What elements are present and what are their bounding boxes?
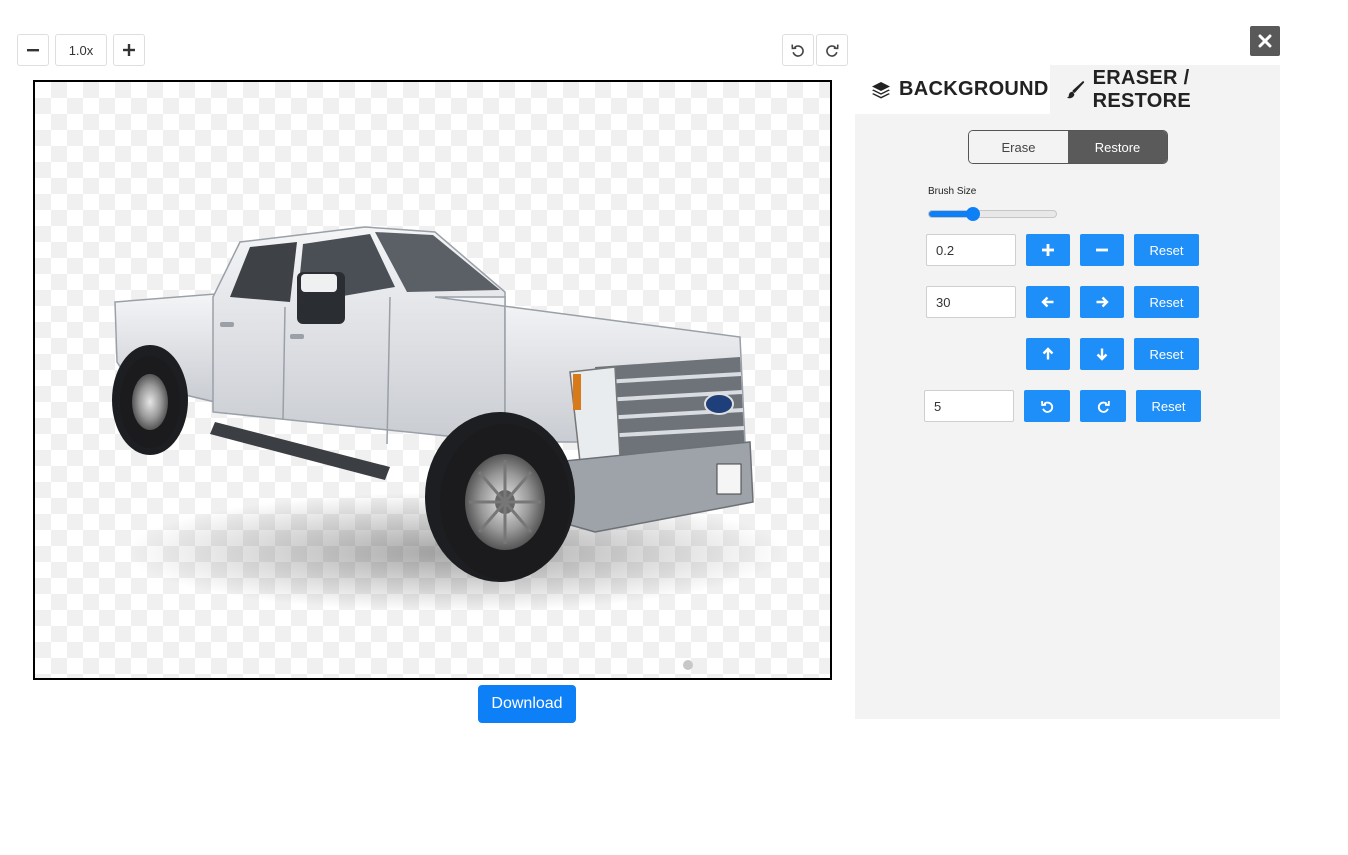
redo-button[interactable] [816, 34, 848, 66]
arrow-down-icon [1096, 348, 1108, 361]
layers-icon [872, 81, 890, 98]
move-left-button[interactable] [1026, 286, 1070, 318]
arrow-right-icon [1096, 296, 1109, 308]
minus-icon [1096, 248, 1108, 252]
brush-size-slider[interactable] [928, 207, 1057, 221]
move-up-button[interactable] [1026, 338, 1070, 370]
plus-icon [1042, 244, 1054, 256]
rotate-right-button[interactable] [1080, 390, 1126, 422]
truck-image [112, 226, 785, 612]
move-down-button[interactable] [1080, 338, 1124, 370]
rotate-left-icon [1040, 400, 1053, 413]
horizontal-input[interactable] [926, 286, 1016, 318]
restore-option[interactable]: Restore [1068, 131, 1167, 163]
rotate-reset-button[interactable]: Reset [1136, 390, 1201, 422]
move-right-button[interactable] [1080, 286, 1124, 318]
editor-canvas[interactable] [33, 80, 832, 680]
redo-icon [826, 44, 839, 57]
tab-eraser-restore[interactable]: ERASER / RESTORE [1050, 65, 1280, 114]
undo-button[interactable] [782, 34, 814, 66]
zoom-level: 1.0x [55, 34, 107, 66]
arrow-up-icon [1042, 347, 1054, 360]
download-button[interactable]: Download [478, 685, 576, 723]
rotate-input[interactable] [924, 390, 1014, 422]
tab-background-label: BACKGROUND [899, 78, 1049, 100]
rotate-right-icon [1097, 400, 1110, 413]
close-button[interactable] [1250, 26, 1280, 56]
rotate-left-button[interactable] [1024, 390, 1070, 422]
horizontal-reset-button[interactable]: Reset [1134, 286, 1199, 318]
undo-icon [791, 44, 804, 57]
zoom-in-button[interactable] [113, 34, 145, 66]
vertical-reset-button[interactable]: Reset [1134, 338, 1199, 370]
zoom-out-button[interactable] [17, 34, 49, 66]
scale-down-button[interactable] [1080, 234, 1124, 266]
mode-toggle: Erase Restore [968, 130, 1168, 164]
plus-icon [123, 44, 135, 56]
tab-eraser-label: ERASER / RESTORE [1092, 66, 1192, 112]
minus-icon [27, 49, 39, 52]
scale-up-button[interactable] [1026, 234, 1070, 266]
eraser-restore-panel: Erase Restore Brush Size Reset Reset Res… [855, 114, 1280, 719]
arrow-left-icon [1041, 296, 1054, 308]
brush-cursor [683, 660, 693, 670]
scale-reset-button[interactable]: Reset [1134, 234, 1199, 266]
brush-icon [1066, 80, 1085, 98]
erase-option[interactable]: Erase [969, 131, 1068, 163]
brush-size-label: Brush Size [928, 186, 977, 197]
slider-thumb[interactable] [966, 207, 981, 221]
tab-background[interactable]: BACKGROUND [855, 65, 1050, 114]
scale-input[interactable] [926, 234, 1016, 266]
close-icon [1258, 34, 1272, 48]
